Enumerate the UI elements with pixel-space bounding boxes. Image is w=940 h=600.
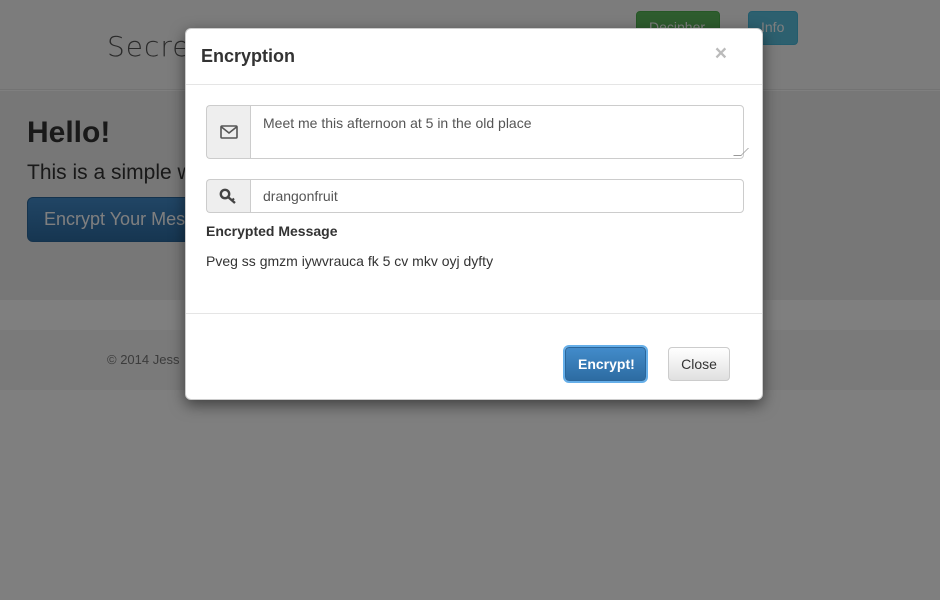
message-textarea[interactable]: Meet me this afternoon at 5 in the old p… bbox=[250, 105, 749, 159]
encrypt-button[interactable]: Encrypt! bbox=[565, 347, 646, 381]
message-input-group: Meet me this afternoon at 5 in the old p… bbox=[206, 105, 749, 159]
resize-grip-icon[interactable] bbox=[733, 148, 749, 156]
close-icon[interactable]: × bbox=[715, 43, 727, 64]
encryption-modal: Encryption × Meet me this afternoon at 5… bbox=[185, 28, 763, 400]
key-input[interactable]: drangonfruit bbox=[250, 179, 744, 213]
close-button[interactable]: Close bbox=[668, 347, 730, 381]
modal-footer: Encrypt! Close bbox=[186, 313, 762, 399]
modal-body: Meet me this afternoon at 5 in the old p… bbox=[206, 105, 749, 269]
modal-header: Encryption × bbox=[186, 29, 762, 85]
message-text: Meet me this afternoon at 5 in the old p… bbox=[263, 115, 532, 131]
encrypted-message-text: Pveg ss gmzm iywvrauca fk 5 cv mkv oyj d… bbox=[206, 253, 494, 269]
envelope-icon bbox=[206, 105, 250, 159]
modal-title: Encryption bbox=[201, 46, 296, 66]
encrypted-message-label: Encrypted Message bbox=[206, 223, 338, 239]
key-icon bbox=[206, 179, 250, 213]
key-input-group: drangonfruit bbox=[206, 179, 744, 213]
